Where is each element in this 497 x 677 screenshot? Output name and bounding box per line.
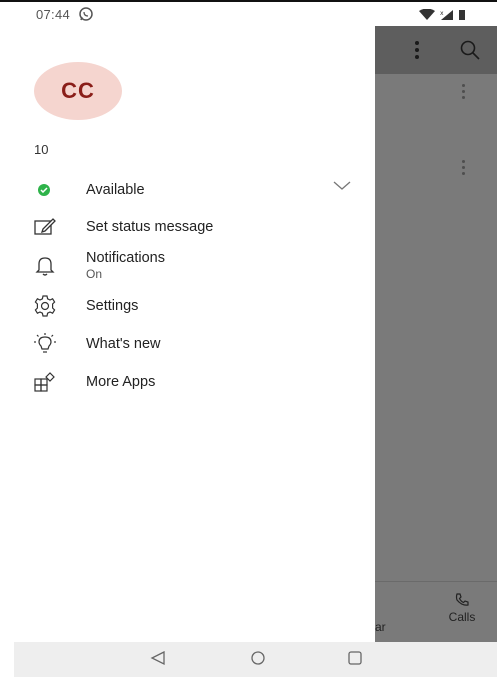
- presence-selector[interactable]: Available: [0, 173, 375, 209]
- row-more-icon[interactable]: [462, 84, 466, 102]
- home-icon[interactable]: [250, 650, 266, 666]
- system-icons: x: [418, 9, 466, 21]
- search-icon[interactable]: [458, 38, 482, 62]
- settings-label: Settings: [86, 298, 139, 314]
- edit-status-icon: [34, 218, 56, 235]
- whats-new-item[interactable]: What's new: [0, 327, 375, 363]
- avatar-initials: CC: [61, 78, 95, 103]
- profile-drawer: CC 10 Available Set status message Notif…: [0, 26, 375, 642]
- more-apps-item[interactable]: More Apps: [0, 365, 375, 401]
- calls-label: Calls: [448, 610, 476, 624]
- status-time: 07:44: [36, 7, 71, 22]
- more-apps-label: More Apps: [86, 374, 156, 390]
- user-name: 10: [34, 142, 49, 157]
- available-presence-icon: [38, 184, 50, 196]
- avatar[interactable]: CC: [34, 62, 122, 120]
- gear-icon: [34, 295, 56, 317]
- set-status-message-item[interactable]: Set status message: [0, 210, 375, 246]
- bottom-navigation: ar Calls: [375, 581, 497, 642]
- signal-icon: x: [440, 10, 453, 20]
- svg-text:x: x: [440, 10, 444, 17]
- recents-icon[interactable]: [347, 650, 363, 666]
- whatsapp-icon: [78, 6, 94, 27]
- bell-icon: [35, 257, 55, 276]
- settings-item[interactable]: Settings: [0, 289, 375, 325]
- background-app-overlay[interactable]: ar Calls: [375, 26, 497, 642]
- system-nav-bar: [14, 642, 497, 677]
- wifi-icon: [419, 9, 435, 20]
- lightbulb-icon: [34, 333, 56, 353]
- whats-new-label: What's new: [86, 336, 161, 352]
- presence-label: Available: [86, 182, 145, 198]
- nav-tab-calls[interactable]: Calls: [437, 592, 487, 624]
- status-bar: 07:44 x: [0, 2, 497, 26]
- set-status-message-label: Set status message: [86, 219, 214, 235]
- notifications-item[interactable]: Notifications On: [0, 244, 375, 290]
- chevron-down-icon[interactable]: [333, 181, 351, 191]
- apps-icon: [34, 372, 55, 392]
- back-icon[interactable]: [150, 650, 166, 666]
- notifications-label: Notifications: [86, 250, 165, 266]
- nav-tab-partial-label[interactable]: ar: [375, 620, 386, 634]
- more-options-icon[interactable]: [415, 41, 419, 62]
- phone-icon: [455, 593, 469, 606]
- row-more-icon[interactable]: [462, 160, 466, 178]
- battery-icon: [459, 10, 465, 20]
- notifications-status: On: [86, 267, 103, 281]
